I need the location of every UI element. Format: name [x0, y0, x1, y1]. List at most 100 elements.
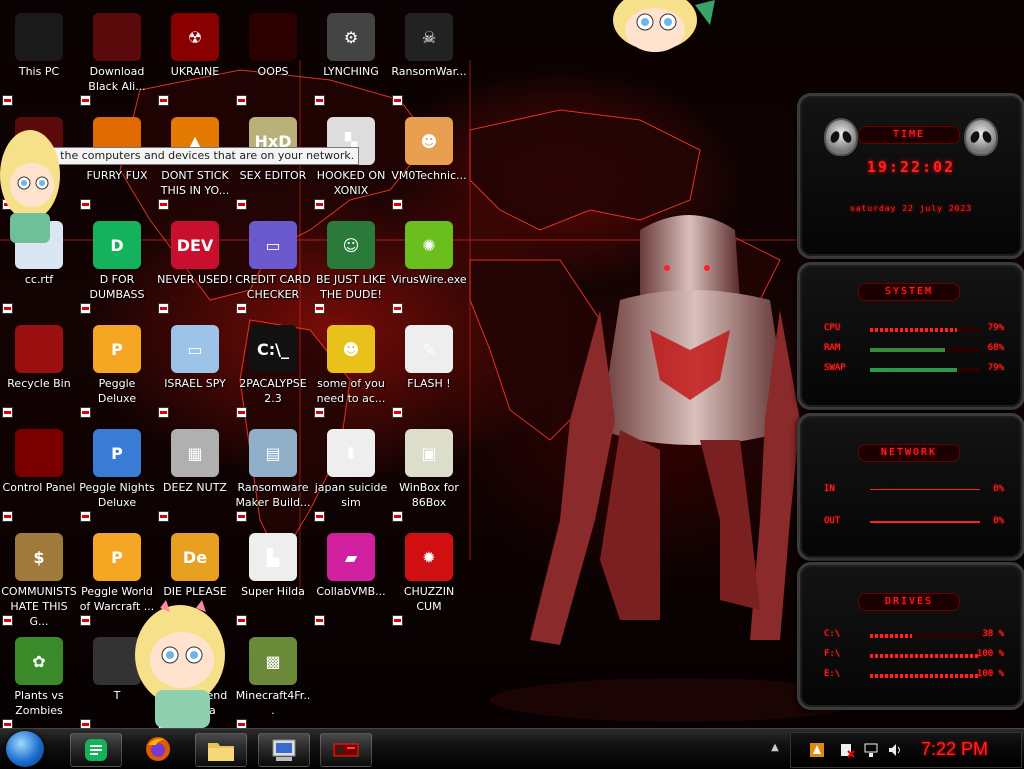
desktop-icon-d-for-dumbass[interactable]: D D FOR DUMBASS [78, 216, 156, 316]
shortcut-arrow-icon [2, 95, 13, 106]
volume-icon[interactable] [887, 742, 903, 758]
level-fill [870, 634, 912, 638]
level-fill [870, 368, 957, 372]
show-hidden-icons-button[interactable]: ▲ [768, 741, 782, 755]
desktop-icon-never-used[interactable]: DEV NEVER USED! [156, 216, 234, 316]
shortcut-arrow-icon [314, 199, 325, 210]
desktop-icon-label: DONT STICK THIS IN YO... [160, 169, 230, 197]
desktop-icon-label: cc.rtf [24, 273, 54, 286]
minecraft4fr-icon: ▩ [249, 637, 297, 685]
desktop-icon-deez-nutz[interactable]: ▦ DEEZ NUTZ [156, 424, 234, 524]
taskbar-app-control-panel[interactable] [320, 733, 372, 767]
desktop-icon-plants-vs-zombies[interactable]: ✿ Plants vs Zombies [0, 632, 78, 728]
shortcut-arrow-icon [236, 407, 247, 418]
taskbar-app-file-explorer[interactable] [195, 733, 247, 767]
shortcut-arrow-icon [392, 511, 403, 522]
taskbar-app-winbox[interactable] [258, 733, 310, 767]
desktop-icon-2pacalypse[interactable]: C:\_ 2PACALYPSE 2.3 [234, 320, 312, 420]
control-panel-icon [15, 429, 63, 477]
net-in-row: IN 0% [824, 484, 1004, 498]
collabvmb-icon: ▰ [327, 533, 375, 581]
communists-icon: $ [15, 533, 63, 581]
net-in-graph [870, 489, 980, 490]
tray-app-icon[interactable] [809, 742, 825, 758]
net-out-row: OUT 0% [824, 516, 1004, 530]
desktop-icon-collabvmb[interactable]: ▰ CollabVMB... [312, 528, 390, 628]
peggle-nights-icon: P [93, 429, 141, 477]
desktop-icon-label: UKRAINE [170, 65, 220, 78]
this-pc-icon [15, 13, 63, 61]
taskbar-app-d[interactable] [70, 733, 122, 767]
start-button[interactable] [6, 731, 44, 767]
desktop-icon-be-just-like-the-dude[interactable]: ☺ BE JUST LIKE THE DUDE! [312, 216, 390, 316]
chuzzin-cum-icon: ✹ [405, 533, 453, 581]
taskbar-clock[interactable]: 7:22 PM [921, 739, 988, 760]
desktop-icon-some-of-you[interactable]: ☻ some of you need to ac... [312, 320, 390, 420]
sticker-top [613, 0, 715, 52]
desktop-icon-download-black-ali[interactable]: Download Black Ali... [78, 8, 156, 108]
desktop-icon-label: OOPS [257, 65, 289, 78]
desktop-icon-vm0technic[interactable]: ☻ VM0Technic... [390, 112, 468, 212]
shortcut-arrow-icon [2, 303, 13, 314]
network-icon[interactable] [863, 742, 879, 758]
clock-widget-date: saturday 22 july 2023 [849, 204, 973, 213]
desktop-icon-this-pc[interactable]: This PC [0, 8, 78, 108]
level-fill [870, 674, 980, 678]
desktop-icon-ransomwar[interactable]: ☠ RansomWar... [390, 8, 468, 108]
israel-spy-icon: ▭ [171, 325, 219, 373]
never-used-icon: DEV [171, 221, 219, 269]
desktop-icon-label: RansomWar... [391, 65, 467, 78]
desktop-icon-label: DEEZ NUTZ [163, 481, 227, 494]
swap-row: SWAP 79% [824, 363, 1004, 377]
desktop-icon-peggle-nights[interactable]: P Peggle Nights Deluxe [78, 424, 156, 524]
swap-bar [870, 368, 980, 372]
shortcut-arrow-icon [80, 199, 91, 210]
desktop[interactable]: This PC Download Black Ali... ☢ UKRAINE OOPS… [0, 0, 1024, 728]
action-center-icon[interactable] [839, 742, 855, 758]
cpu-bar [870, 328, 980, 332]
desktop-icon-super-hilda[interactable]: ▙ Super Hilda [234, 528, 312, 628]
shortcut-arrow-icon [80, 511, 91, 522]
net-out-graph [870, 521, 980, 523]
drives-widget-title: DRIVES [858, 593, 960, 611]
shortcut-arrow-icon [236, 199, 247, 210]
desktop-icon-viruswire-exe[interactable]: ✺ VirusWire.exe [390, 216, 468, 316]
desktop-icon-lynching[interactable]: ⚙ LYNCHING [312, 8, 390, 108]
ram-row: RAM 68% [824, 343, 1004, 357]
desktop-icon-communists[interactable]: $ COMMUNISTS HATE THIS G... [0, 528, 78, 628]
shortcut-arrow-icon [2, 511, 13, 522]
desktop-icon-control-panel[interactable]: Control Panel [0, 424, 78, 524]
desktop-icon-ukraine[interactable]: ☢ UKRAINE [156, 8, 234, 108]
shortcut-arrow-icon [2, 719, 13, 728]
desktop-icon-minecraft4fr[interactable]: ▩ Minecraft4Fr... [234, 632, 312, 728]
desktop-icon-peggle-deluxe[interactable]: P Peggle Deluxe [78, 320, 156, 420]
clock-widget-time: 19:22:02 [866, 158, 956, 176]
desktop-icon-winbox-86box[interactable]: ▣ WinBox for 86Box [390, 424, 468, 524]
2pacalypse-icon: C:\_ [249, 325, 297, 373]
desktop-icon-recycle-bin[interactable]: Recycle Bin [0, 320, 78, 420]
ukraine-icon: ☢ [171, 13, 219, 61]
viruswire-exe-icon: ✺ [405, 221, 453, 269]
desktop-icon-ransomware-maker[interactable]: ▤ Ransomware Maker Build... [234, 424, 312, 524]
system-tray: 7:22 PM [790, 732, 1022, 768]
desktop-icon-chuzzin-cum[interactable]: ✹ CHUZZIN CUM [390, 528, 468, 628]
desktop-icon-credit-card-checker[interactable]: ▭ CREDIT CARD CHECKER [234, 216, 312, 316]
shortcut-arrow-icon [314, 303, 325, 314]
desktop-icon-israel-spy[interactable]: ▭ ISRAEL SPY [156, 320, 234, 420]
desktop-icon-flash[interactable]: ✎ FLASH ! [390, 320, 468, 420]
control-panel-icon [333, 743, 359, 757]
alien-head-icon [824, 118, 858, 156]
ram-label: RAM [824, 343, 841, 353]
desktop-icon-label: NEVER USED! [157, 273, 233, 286]
desktop-icon-label: This PC [18, 65, 60, 78]
desktop-icon-label: FLASH ! [407, 377, 451, 390]
shortcut-arrow-icon [314, 615, 325, 626]
desktop-icon-label: Control Panel [2, 481, 76, 494]
taskbar-app-firefox[interactable] [133, 733, 183, 765]
desktop-icon-oops[interactable]: OOPS [234, 8, 312, 108]
peggle-world-icon: P [93, 533, 141, 581]
recycle-bin-icon [15, 325, 63, 373]
shortcut-arrow-icon [392, 303, 403, 314]
desktop-icon-japan-suicide-sim[interactable]: ⬇ japan suicide sim [312, 424, 390, 524]
desktop-icon-label: FURRY FUX [86, 169, 148, 182]
